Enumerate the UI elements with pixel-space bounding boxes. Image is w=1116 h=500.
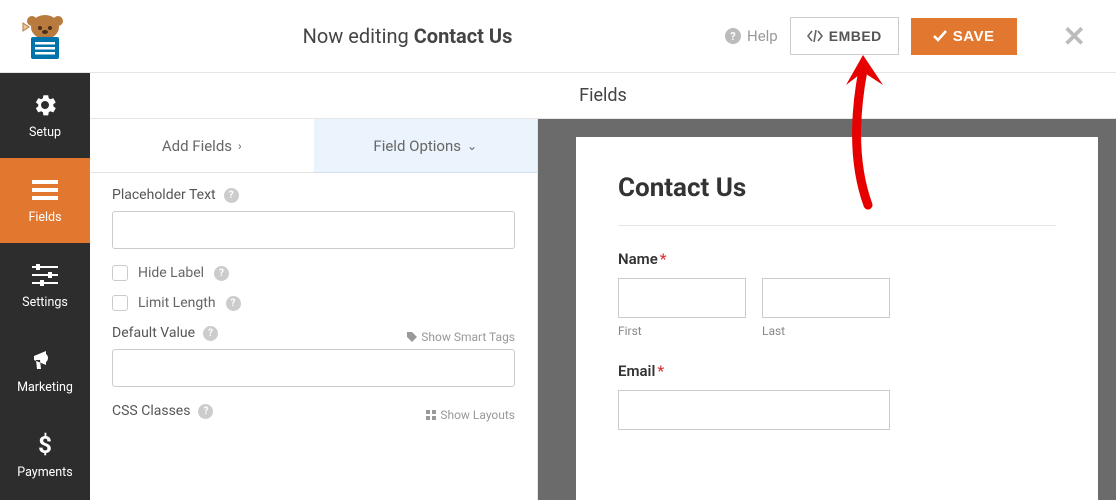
show-smart-tags-link[interactable]: Show Smart Tags	[407, 330, 515, 344]
bullhorn-icon	[31, 346, 59, 374]
last-name-input[interactable]	[762, 278, 890, 318]
sidebar-item-setup[interactable]: Setup	[0, 73, 90, 158]
tab-add-fields[interactable]: Add Fields ›	[90, 119, 314, 173]
options-list: Placeholder Text ? Hide Label ? Limit Le…	[90, 173, 537, 500]
sidebar-item-payments[interactable]: $ Payments	[0, 413, 90, 498]
sidebar-label-fields: Fields	[28, 210, 61, 225]
show-layouts-link[interactable]: Show Layouts	[426, 408, 515, 422]
dollar-icon: $	[31, 431, 59, 459]
sidebar-label-payments: Payments	[17, 465, 72, 480]
help-label: Help	[747, 27, 778, 45]
form-name: Contact Us	[414, 24, 513, 48]
form-preview-panel: Contact Us Name* First	[538, 119, 1116, 500]
question-circle-icon: ?	[725, 28, 741, 44]
help-tooltip-icon[interactable]: ?	[203, 326, 218, 341]
sidebar-label-marketing: Marketing	[17, 380, 73, 395]
required-asterisk: *	[657, 362, 664, 380]
name-label-text: Name	[618, 250, 658, 268]
css-classes-label: CSS Classes	[112, 403, 190, 419]
help-tooltip-icon[interactable]: ?	[198, 404, 213, 419]
embed-button[interactable]: EMBED	[790, 17, 899, 55]
close-button[interactable]: ✕	[1053, 20, 1096, 53]
checkbox-limit-length[interactable]	[112, 295, 128, 311]
grid-icon	[426, 410, 436, 420]
email-label-text: Email	[618, 362, 655, 380]
name-field-label: Name*	[618, 250, 1056, 268]
sliders-icon	[31, 261, 59, 289]
brand-logo	[0, 0, 90, 73]
check-icon	[933, 30, 947, 42]
help-tooltip-icon[interactable]: ?	[224, 188, 239, 203]
panels: Add Fields › Field Options ⌄ Placeholder…	[90, 119, 1116, 500]
email-input[interactable]	[618, 390, 890, 430]
show-layouts-label: Show Layouts	[440, 408, 515, 422]
field-options-panel: Add Fields › Field Options ⌄ Placeholder…	[90, 119, 538, 500]
option-hide-label[interactable]: Hide Label ?	[112, 265, 515, 281]
smart-tags-label: Show Smart Tags	[421, 330, 515, 344]
default-value-label: Default Value	[112, 325, 195, 341]
first-name-input[interactable]	[618, 278, 746, 318]
sidebar: Setup Fields Settings Marketing $ Paymen…	[0, 73, 90, 500]
placeholder-text-label: Placeholder Text	[112, 187, 216, 203]
list-icon	[31, 176, 59, 204]
option-placeholder-text: Placeholder Text ?	[112, 187, 515, 249]
main-area: Setup Fields Settings Marketing $ Paymen…	[0, 73, 1116, 500]
default-value-input[interactable]	[112, 349, 515, 387]
tag-icon	[407, 332, 417, 342]
chevron-down-icon: ⌄	[467, 139, 477, 153]
hide-label-text: Hide Label	[138, 265, 204, 281]
wpforms-logo-icon	[15, 11, 75, 61]
form-preview: Contact Us Name* First	[576, 137, 1098, 500]
section-title: Fields	[90, 73, 1116, 119]
option-default-value: Default Value ? Show Smart Tags	[112, 325, 515, 387]
limit-length-text: Limit Length	[138, 295, 216, 311]
embed-label: EMBED	[829, 28, 882, 44]
placeholder-text-input[interactable]	[112, 211, 515, 249]
preview-form-title: Contact Us	[618, 173, 1056, 203]
tab-add-fields-label: Add Fields	[162, 137, 232, 155]
sidebar-item-fields[interactable]: Fields	[0, 158, 90, 243]
first-sublabel: First	[618, 324, 746, 338]
save-button[interactable]: SAVE	[911, 18, 1017, 55]
content-area: Fields Add Fields › Field Options ⌄	[90, 73, 1116, 500]
sidebar-item-marketing[interactable]: Marketing	[0, 328, 90, 413]
gear-icon	[31, 91, 59, 119]
option-limit-length[interactable]: Limit Length ?	[112, 295, 515, 311]
svg-text:$: $	[38, 432, 52, 458]
preview-field-name[interactable]: Name* First Last	[618, 250, 1056, 338]
panel-tabs: Add Fields › Field Options ⌄	[90, 119, 537, 173]
required-asterisk: *	[660, 250, 667, 268]
close-icon: ✕	[1063, 20, 1086, 53]
email-field-label: Email*	[618, 362, 1056, 380]
save-label: SAVE	[953, 28, 995, 45]
help-tooltip-icon[interactable]: ?	[214, 266, 229, 281]
sidebar-label-setup: Setup	[29, 125, 61, 140]
app-header: Now editing Contact Us ? Help EMBED SAVE…	[0, 0, 1116, 73]
chevron-right-icon: ›	[238, 139, 242, 153]
tab-field-options-label: Field Options	[373, 137, 461, 155]
editing-label: Now editing Contact Us	[90, 24, 725, 48]
header-actions: ? Help EMBED SAVE ✕	[725, 17, 1096, 55]
editing-prefix: Now editing	[303, 24, 414, 48]
tab-field-options[interactable]: Field Options ⌄	[314, 119, 538, 173]
sidebar-item-settings[interactable]: Settings	[0, 243, 90, 328]
help-tooltip-icon[interactable]: ?	[226, 296, 241, 311]
help-link[interactable]: ? Help	[725, 27, 778, 45]
checkbox-hide-label[interactable]	[112, 265, 128, 281]
last-sublabel: Last	[762, 324, 890, 338]
option-css-classes: CSS Classes ? Show Layouts	[112, 403, 515, 427]
code-icon	[807, 30, 823, 42]
sidebar-label-settings: Settings	[22, 295, 68, 310]
preview-divider	[618, 225, 1056, 226]
preview-field-email[interactable]: Email*	[618, 362, 1056, 430]
